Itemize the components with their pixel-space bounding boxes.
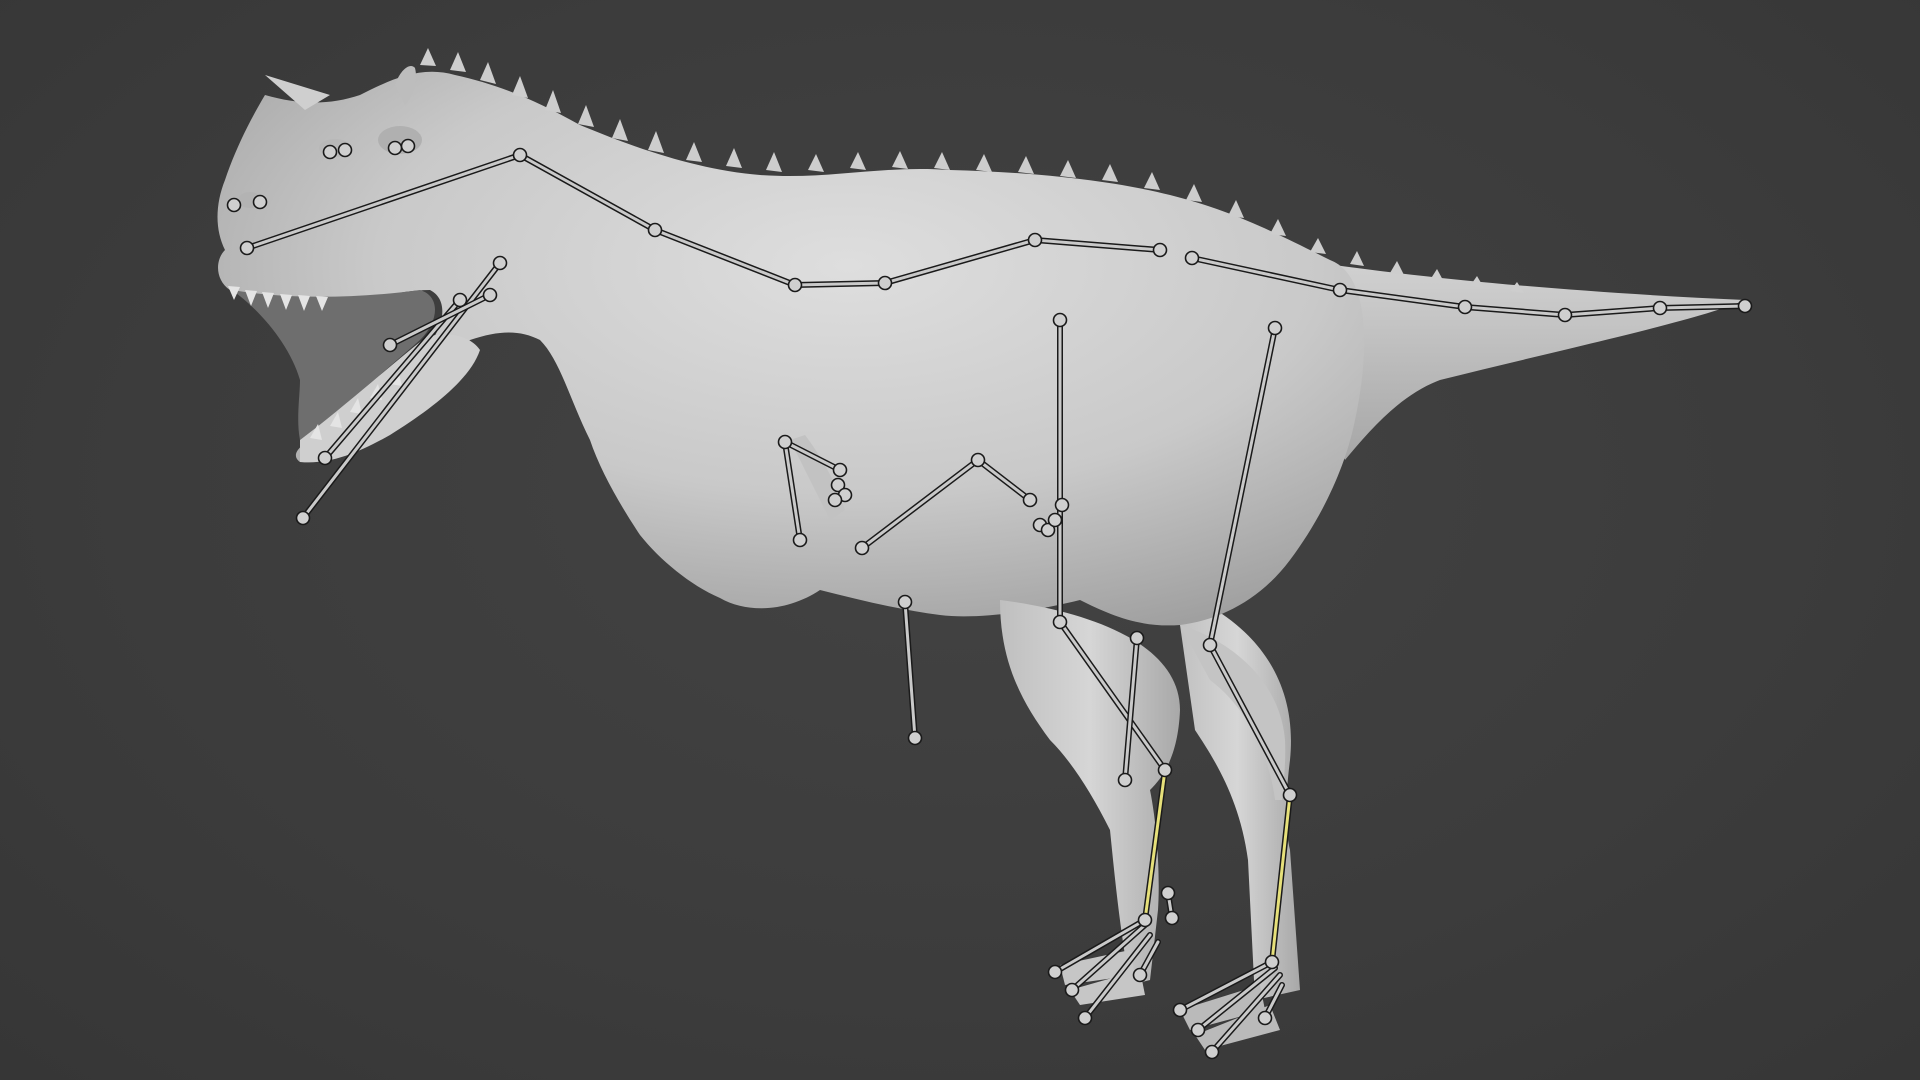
bone-joint-41[interactable] <box>1132 967 1148 983</box>
viewport-scene[interactable] <box>0 0 1920 1080</box>
bone-joint-35[interactable] <box>1264 954 1280 970</box>
bone-joint-29[interactable] <box>1202 637 1218 653</box>
bone-joint-32[interactable] <box>1117 772 1133 788</box>
bone-joint-15[interactable] <box>492 255 508 271</box>
bone-joint-34[interactable] <box>1282 787 1298 803</box>
dinosaur-mesh[interactable] <box>217 48 1746 1050</box>
bone-joint-43[interactable] <box>1190 1022 1206 1038</box>
bone-joint-14[interactable] <box>295 510 311 526</box>
bone-joint-5[interactable] <box>877 275 893 291</box>
bone-joint-24[interactable] <box>970 452 986 468</box>
bone-joint-50[interactable] <box>322 144 338 160</box>
spine-mid-bone[interactable] <box>792 280 888 288</box>
bone-joint-10[interactable] <box>1457 299 1473 315</box>
bone-joint-23[interactable] <box>854 540 870 556</box>
bone-joint-28[interactable] <box>1052 614 1068 630</box>
bone-joint-44[interactable] <box>1204 1044 1220 1060</box>
bone-joint-38[interactable] <box>1047 964 1063 980</box>
spine-mid-bone-core <box>793 281 887 287</box>
bone-joint-21[interactable] <box>832 462 848 478</box>
3d-viewport[interactable] <box>0 0 1920 1080</box>
bone-joint-53[interactable] <box>400 138 416 154</box>
bone-joint-4[interactable] <box>787 277 803 293</box>
bone-joint-59[interactable] <box>1047 512 1063 528</box>
bone-joint-6[interactable] <box>1027 232 1043 248</box>
bone-joint-22[interactable] <box>792 532 808 548</box>
bone-joint-18[interactable] <box>382 337 398 353</box>
tail-bone-5[interactable] <box>1657 303 1748 311</box>
bone-joint-48[interactable] <box>226 197 242 213</box>
bone-joint-8[interactable] <box>1184 250 1200 266</box>
bone-joint-27[interactable] <box>1267 320 1283 336</box>
bone-joint-47[interactable] <box>1164 910 1180 926</box>
bone-joint-3[interactable] <box>647 222 663 238</box>
bone-joint-17[interactable] <box>452 292 468 308</box>
bone-joint-45[interactable] <box>1257 1010 1273 1026</box>
stray-bone-core <box>903 600 917 740</box>
bone-joint-9[interactable] <box>1332 282 1348 298</box>
bone-joint-30[interactable] <box>1157 762 1173 778</box>
bone-joint-36[interactable] <box>897 594 913 610</box>
stray-bone[interactable] <box>902 599 918 741</box>
tail-bone-5-core <box>1658 304 1747 310</box>
bone-joint-12[interactable] <box>1652 300 1668 316</box>
bone-joint-31[interactable] <box>1129 630 1145 646</box>
bone-joint-37[interactable] <box>907 730 923 746</box>
bone-joint-42[interactable] <box>1172 1002 1188 1018</box>
bone-joint-1[interactable] <box>239 240 255 256</box>
bone-joint-40[interactable] <box>1077 1010 1093 1026</box>
bone-joint-13[interactable] <box>1737 298 1753 314</box>
bone-joint-26[interactable] <box>1052 312 1068 328</box>
bone-joint-33[interactable] <box>1137 912 1153 928</box>
bone-joint-60[interactable] <box>1054 497 1070 513</box>
bone-joint-16[interactable] <box>317 450 333 466</box>
bone-joint-46[interactable] <box>1160 885 1176 901</box>
bone-joint-20[interactable] <box>777 434 793 450</box>
bone-joint-2[interactable] <box>512 147 528 163</box>
bone-joint-25[interactable] <box>1022 492 1038 508</box>
near-leg-mesh[interactable] <box>1000 600 1180 985</box>
bone-joint-39[interactable] <box>1064 982 1080 998</box>
bone-joint-7[interactable] <box>1152 242 1168 258</box>
bone-joint-52[interactable] <box>387 140 403 156</box>
bone-joint-19[interactable] <box>482 287 498 303</box>
bone-joint-49[interactable] <box>252 194 268 210</box>
bone-joint-56[interactable] <box>827 492 843 508</box>
bone-joint-51[interactable] <box>337 142 353 158</box>
bone-joint-11[interactable] <box>1557 307 1573 323</box>
